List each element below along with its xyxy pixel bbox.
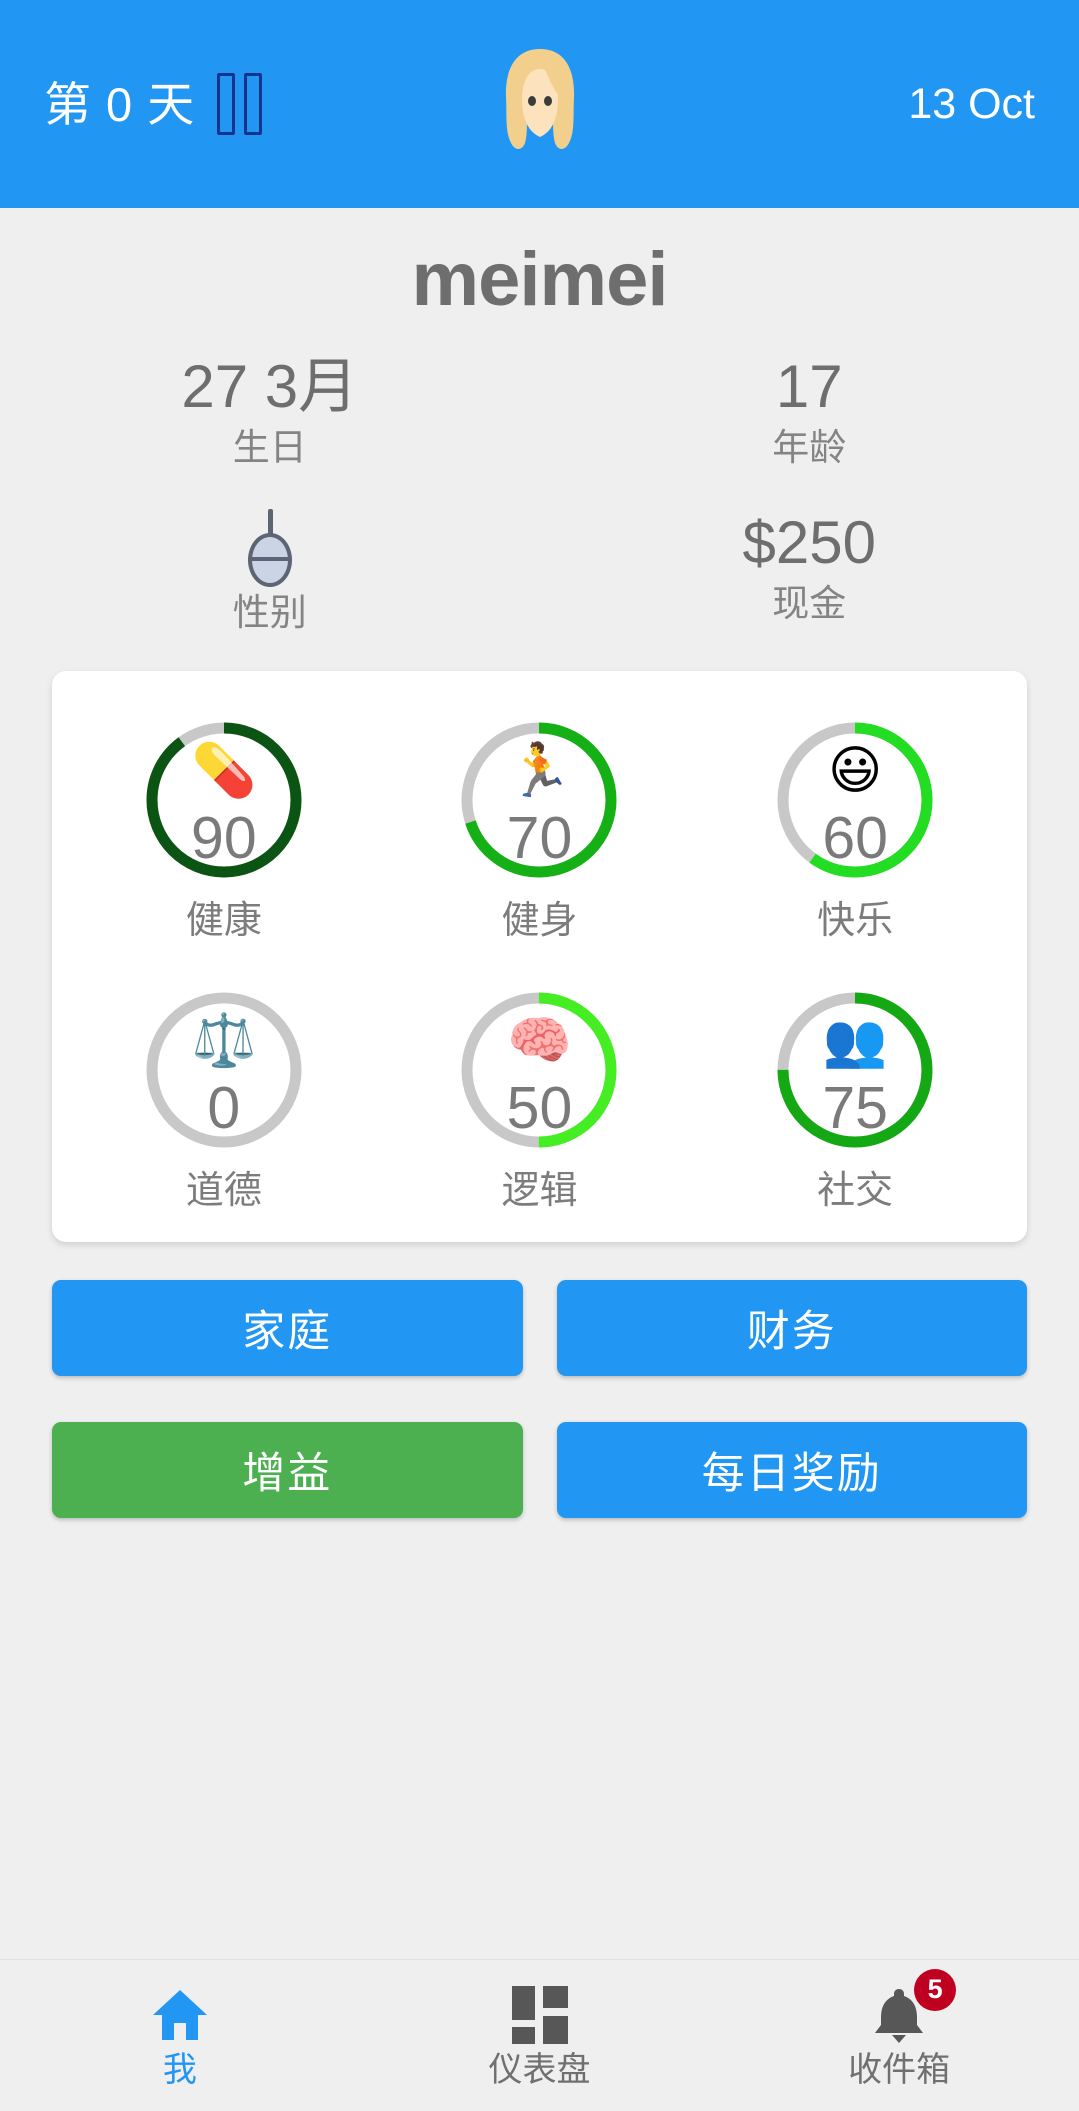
stat-cash: $250 现金 — [540, 509, 1079, 636]
stat-cash-value: $250 — [742, 508, 876, 576]
attribute-label: 社交 — [817, 1169, 894, 1212]
stat-age: 17 年龄 — [540, 353, 1079, 471]
nav-item-dashboard[interactable]: 仪表盘 — [360, 1960, 720, 2111]
attribute-value: 0 — [207, 1074, 241, 1141]
action-button-家庭[interactable]: 家庭 — [52, 1280, 523, 1377]
profile-stats-row-2: 性别 $250 现金 — [0, 509, 1079, 636]
stat-birthday-value: 27 3月 — [181, 353, 359, 420]
attribute-smiley[interactable]: 😃 60 快乐 — [697, 705, 1013, 949]
attribute-ring: ⚖️ 0 — [139, 985, 309, 1155]
attribute-people[interactable]: 👥 75 社交 — [697, 975, 1013, 1219]
main-content: meimei 27 3月 生日 17 年龄 性别 $250 现金 💊 90 健康… — [0, 208, 1079, 1959]
attribute-ring: 💊 90 — [139, 715, 309, 885]
dashboard-icon — [511, 1985, 568, 2045]
stat-birthday-label: 生日 — [232, 427, 307, 469]
action-button-每日奖励[interactable]: 每日奖励 — [556, 1422, 1027, 1519]
stat-birthday: 27 3月 生日 — [0, 353, 540, 471]
bottom-navigation: 我 仪表盘 5 收件箱 — [0, 1959, 1079, 2111]
attribute-value: 90 — [191, 805, 257, 872]
attribute-brain[interactable]: 🧠 50 逻辑 — [382, 975, 698, 1219]
nav-item-inbox[interactable]: 5 收件箱 — [719, 1960, 1079, 2111]
attributes-grid: 💊 90 健康 🏃 70 健身 😃 60 快乐 ⚖️ 0 道德 🧠 50 逻辑 👥 75 社交 — [66, 705, 1013, 1218]
stat-age-label: 年龄 — [772, 427, 847, 469]
day-counter: 第 0 天 — [44, 77, 196, 131]
attribute-ring: 👥 75 — [770, 985, 940, 1155]
runner-icon: 🏃 — [507, 742, 572, 801]
stat-gender-label: 性别 — [232, 591, 307, 633]
attribute-value: 70 — [506, 805, 573, 872]
attribute-scales[interactable]: ⚖️ 0 道德 — [66, 975, 382, 1219]
nav-label-dashboard: 仪表盘 — [488, 2050, 591, 2089]
stat-gender: 性别 — [0, 508, 540, 636]
people-icon: 👥 — [822, 1011, 888, 1070]
action-button-增益[interactable]: 增益 — [52, 1422, 523, 1519]
action-button-row-2: 增益 每日奖励 — [52, 1422, 1027, 1519]
attribute-runner[interactable]: 🏃 70 健身 — [382, 705, 698, 949]
bell-icon: 5 — [872, 1968, 957, 2045]
attributes-card: 💊 90 健康 🏃 70 健身 😃 60 快乐 ⚖️ 0 道德 🧠 50 逻辑 👥 75 社交 — [52, 671, 1027, 1243]
current-date: 13 Oct — [908, 79, 1035, 128]
pause-icon[interactable] — [217, 73, 263, 135]
attribute-value: 75 — [822, 1074, 888, 1141]
female-gender-symbol-icon — [242, 508, 298, 587]
app-root: 第 0 天 13 Oct meimei 27 3月 生日 17 年龄 性别 $2… — [0, 0, 1079, 2111]
attribute-label: 逻辑 — [501, 1169, 578, 1212]
nav-label-inbox: 收件箱 — [848, 2050, 951, 2089]
profile-stats: 27 3月 生日 17 年龄 性别 $250 现金 — [0, 353, 1079, 635]
brain-icon: 🧠 — [507, 1011, 572, 1070]
attribute-label: 道德 — [185, 1169, 262, 1212]
attribute-pill[interactable]: 💊 90 健康 — [66, 705, 382, 949]
action-buttons: 家庭 财务 增益 每日奖励 — [52, 1280, 1027, 1519]
smiley-icon: 😃 — [828, 742, 883, 801]
nav-item-me[interactable]: 我 — [0, 1960, 360, 2111]
attribute-value: 50 — [506, 1074, 573, 1141]
profile-stats-row-1: 27 3月 生日 17 年龄 — [0, 353, 1079, 471]
action-button-row-1: 家庭 财务 — [52, 1280, 1027, 1377]
scales-icon: ⚖️ — [191, 1011, 257, 1070]
attribute-label: 健身 — [501, 900, 578, 943]
action-button-财务[interactable]: 财务 — [556, 1280, 1027, 1377]
header-left-group: 第 0 天 — [44, 73, 263, 135]
attribute-value: 60 — [822, 805, 888, 872]
inbox-badge: 5 — [914, 1968, 957, 2011]
nav-label-me: 我 — [162, 2050, 197, 2089]
stat-age-value: 17 — [775, 353, 843, 420]
avatar[interactable] — [475, 39, 605, 169]
stat-gender-value — [0, 508, 540, 587]
attribute-ring: 😃 60 — [770, 715, 940, 885]
attribute-label: 健康 — [185, 900, 262, 943]
attribute-ring: 🏃 70 — [454, 715, 624, 885]
pill-icon: 💊 — [191, 742, 257, 801]
character-name: meimei — [411, 237, 669, 322]
stat-cash-label: 现金 — [772, 582, 847, 624]
attribute-label: 快乐 — [817, 900, 894, 943]
app-header: 第 0 天 13 Oct — [0, 0, 1079, 208]
attribute-ring: 🧠 50 — [454, 985, 624, 1155]
home-icon — [151, 1985, 209, 2045]
